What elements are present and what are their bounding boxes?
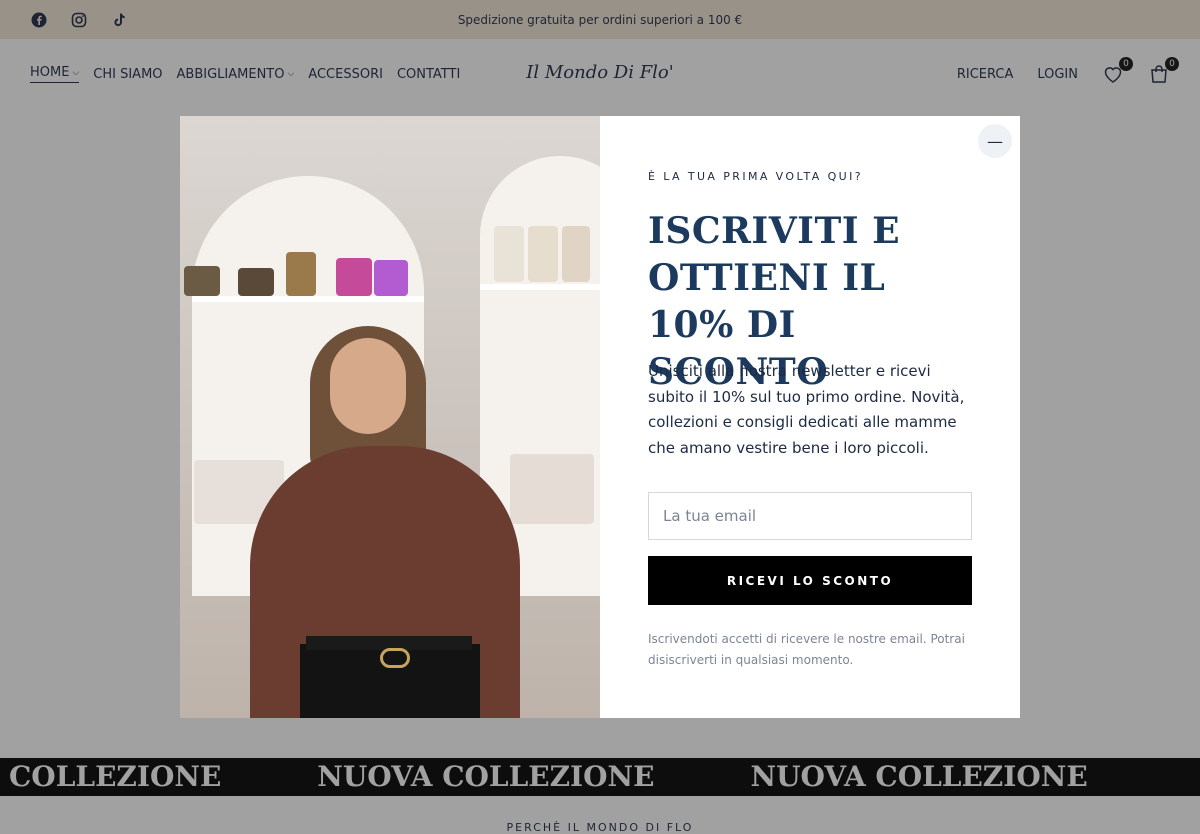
newsletter-popup: — È LA TUA PRIMA VOLTA QUI? ISCRIVITI E … [180,116,1020,718]
popup-description: Unisciti alla nostra newsletter e ricevi… [648,362,965,457]
handbag [184,266,220,296]
handbag [238,268,274,296]
product-box [528,226,558,282]
popup-form-panel: — È LA TUA PRIMA VOLTA QUI? ISCRIVITI E … [600,116,1020,718]
handbag [286,252,316,296]
belt-buckle [380,648,410,668]
handbag [336,258,372,296]
email-field[interactable]: La tua email [648,492,972,540]
product-box [494,226,524,282]
minus-icon: — [987,131,1003,151]
display-case [510,454,594,524]
shelf [480,284,600,290]
popup-photo [180,116,600,718]
shelf [192,296,424,302]
close-popup-button[interactable]: — [978,124,1012,158]
popup-legal-text: Iscrivendoti accetti di ricevere le nost… [648,632,965,667]
person-face [330,338,406,434]
product-box [562,226,590,282]
handbag [374,260,408,296]
popup-eyebrow: È LA TUA PRIMA VOLTA QUI? [648,170,863,183]
get-discount-button[interactable]: RICEVI LO SCONTO [648,556,972,605]
